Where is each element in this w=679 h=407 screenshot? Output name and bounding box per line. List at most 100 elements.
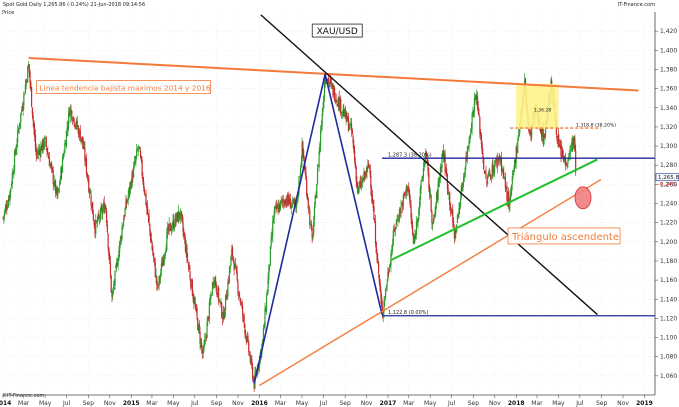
candle-body [63,153,65,156]
candle-body [355,167,357,182]
candle-body [156,283,159,285]
candle-body [93,220,95,225]
candle-body [71,120,74,122]
highlight-box [516,83,559,129]
candle-body [98,215,100,217]
candle-body [203,344,205,351]
candle-body [330,78,332,82]
candle-body [459,208,461,210]
change-pct-label: -0.24% [658,182,677,188]
candle-body [184,236,186,239]
candle-body [11,173,13,185]
candle-body [174,215,176,227]
candle-body [558,134,560,146]
y-tick-label: 1,200 [660,239,677,246]
candle-body [437,181,439,200]
candle-body [105,209,108,224]
candle-body [313,205,316,221]
candle-body [479,116,481,134]
candle-body [365,173,367,175]
candle-body [283,200,285,204]
candle-body [245,333,247,335]
candle-body [350,123,353,131]
candle-body [235,268,237,272]
candle-body [420,180,422,190]
candle-body [282,199,284,202]
candle-body [121,227,123,239]
candle-body [95,219,97,235]
downtrend-label: Linea tendencia bajista maximos 2014 y 2… [40,84,211,93]
candle-body [409,201,411,207]
candle-body [377,258,379,261]
candle-body [574,138,576,152]
candle-body [10,188,12,192]
candle-body [459,199,462,208]
candle-body [384,299,386,302]
candle-body [427,160,429,172]
candle-body [431,211,433,223]
candle-body [102,209,104,215]
x-tick-label: Jul [575,400,584,407]
candle-body [52,170,54,184]
candle-body [163,259,165,262]
candle-body [503,171,505,177]
candle-body [402,194,404,207]
candle-body [88,189,91,194]
candle-body [221,318,224,320]
candle-body [374,220,377,244]
candle-body [62,156,64,159]
x-tick-label: May [552,400,565,407]
candle-body [228,268,231,283]
candle-body [194,303,197,308]
candle-body [112,286,115,290]
x-tick-label: Jul [447,400,456,407]
candle-body [204,337,207,339]
candle-body [110,275,112,292]
candle-body [304,167,306,173]
candle-body [384,288,387,298]
candle-body [387,272,389,281]
candle-body [414,235,416,242]
candle-body [410,206,412,218]
candle-body [244,324,246,334]
y-axis-name: Price [2,10,14,16]
candle-body [243,315,245,324]
candle-body [7,206,9,209]
candle-body [141,160,143,176]
candle-body [292,198,294,205]
x-tick-label: Mar [275,400,287,407]
candle-body [188,265,190,270]
candle-body [191,280,193,296]
candle-body [153,253,155,259]
x-tick-label: Jul [62,400,71,407]
candle-body [182,222,184,232]
candle-body [313,221,315,235]
candle-body [307,198,309,209]
x-tick-label: May [39,400,52,407]
candle-body [500,157,503,172]
candle-body [518,129,520,137]
candle-body [194,302,196,303]
x-tick-label: 2017 [380,400,397,407]
candle-body [463,176,465,178]
candle-body [109,254,111,261]
candle-body [274,206,276,211]
candle-body [211,295,213,296]
candle-body [493,165,496,173]
candle-body [321,113,323,126]
candle-body [264,308,266,327]
candle-body [20,110,23,112]
y-tick-label: 1,320 [660,124,677,131]
candle-body [33,121,35,130]
candle-body [122,218,125,227]
candle-body [105,206,107,209]
y-tick-label: 1,060 [660,373,677,380]
candle-body [220,301,222,303]
candle-body [512,173,514,175]
candle-body [148,215,150,223]
candle-body [441,154,443,168]
candle-body [187,259,189,262]
candle-body [123,217,125,218]
candle-body [29,71,31,83]
candle-body [466,146,469,159]
